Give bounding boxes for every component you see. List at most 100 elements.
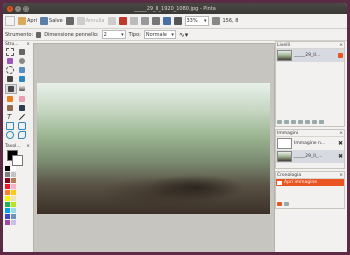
canvas-viewport[interactable] [33, 43, 275, 252]
tool-color-picker[interactable] [17, 104, 27, 112]
tool-lasso[interactable] [5, 57, 15, 65]
tool-line[interactable] [17, 113, 27, 121]
curve-icon[interactable]: ∿▾ [179, 31, 188, 39]
tool-move[interactable] [17, 48, 27, 56]
history-actions [276, 200, 290, 208]
eraser-icon [19, 96, 25, 102]
close-image-icon[interactable]: ✖ [338, 140, 343, 147]
image-tab-row[interactable]: Immagine n... ✖ [276, 137, 344, 150]
crop-icon[interactable] [151, 17, 160, 25]
right-panels: Livelli × _____29_II... Immagini × Immagin… [275, 41, 345, 251]
undo-icon[interactable] [277, 202, 282, 206]
palette-swatch[interactable] [5, 190, 10, 195]
redo-icon[interactable] [107, 17, 116, 25]
layer-row[interactable]: _____29_II... [276, 49, 344, 62]
palette-swatch[interactable] [11, 190, 16, 195]
tool-eraser[interactable] [17, 95, 27, 103]
cursor-coords: 156, 8 [222, 18, 239, 24]
palette-swatch[interactable] [11, 196, 16, 201]
palette-swatch[interactable] [11, 208, 16, 213]
tools-panel: Stru... × T Tavol... × [5, 41, 30, 251]
open-button[interactable]: Apri [18, 17, 37, 25]
move-down-icon[interactable] [312, 120, 317, 124]
gradient-icon [19, 85, 25, 91]
secondary-color-swatch[interactable] [12, 155, 23, 166]
tool-magic-wand[interactable] [5, 75, 15, 83]
tool-zoom[interactable] [17, 57, 27, 65]
paint-bucket-icon [19, 76, 25, 82]
tool-paintbrush[interactable] [5, 95, 15, 103]
layer-thumbnail [277, 50, 292, 61]
palette-swatch[interactable] [5, 202, 10, 207]
layer-properties-icon[interactable] [319, 120, 324, 124]
close-icon[interactable]: × [26, 144, 30, 149]
antialias-type-select[interactable]: Normale ▾ [143, 30, 176, 39]
tool-ellipse[interactable] [5, 131, 15, 139]
tool-paint-bucket[interactable] [17, 75, 27, 83]
palette-swatch[interactable] [5, 184, 10, 189]
undo-button[interactable]: Annulla [76, 17, 105, 25]
paste-icon[interactable] [140, 17, 149, 25]
tool-ellipse-select[interactable] [5, 66, 15, 74]
redo-icon[interactable] [284, 202, 289, 206]
zoom-select[interactable]: 33% ▾ [184, 16, 209, 26]
palette-swatch[interactable] [5, 166, 10, 171]
rounded-rectangle-icon [18, 122, 26, 130]
lasso-icon [7, 58, 13, 64]
primary-secondary-colors[interactable] [5, 149, 30, 166]
layers-actions [276, 118, 325, 126]
copy-icon[interactable] [129, 17, 138, 25]
close-icon[interactable]: × [339, 131, 343, 136]
image-canvas[interactable] [37, 83, 270, 214]
ellipse-icon [6, 131, 14, 139]
history-item[interactable]: Apri immagine [276, 179, 344, 186]
pinta-window: × – □ _____29_II_1920_1080.jpg - Pinta A… [3, 3, 347, 252]
tool-clone-stamp[interactable] [5, 104, 15, 112]
palette-swatch[interactable] [11, 178, 16, 183]
add-layer-icon[interactable] [277, 120, 282, 124]
tool-rectangle[interactable] [5, 122, 15, 130]
close-image-icon[interactable]: ✖ [338, 153, 343, 160]
folder-icon [18, 17, 26, 25]
new-file-icon[interactable] [5, 16, 15, 26]
image-tab-row[interactable]: _____29_II_... ✖ [276, 150, 344, 163]
text-icon: T [7, 113, 12, 121]
palette-swatch[interactable] [11, 172, 16, 177]
palette-swatch[interactable] [5, 172, 10, 177]
merge-layer-icon[interactable] [298, 120, 303, 124]
palette-swatch[interactable] [5, 208, 10, 213]
palette-swatch[interactable] [5, 220, 10, 225]
palette-swatch[interactable] [5, 214, 10, 219]
palette-swatch[interactable] [5, 178, 10, 183]
resize-icon[interactable] [162, 17, 171, 25]
close-icon[interactable]: × [339, 43, 343, 48]
image-thumbnail [277, 138, 292, 149]
tool-rectangle-select[interactable] [5, 48, 15, 56]
cut-icon[interactable] [118, 17, 127, 25]
close-icon[interactable]: × [339, 173, 343, 178]
tool-pencil[interactable] [5, 84, 17, 94]
tool-gradient[interactable] [17, 84, 27, 92]
palette-swatch[interactable] [11, 220, 16, 225]
tool-pan[interactable] [17, 66, 27, 74]
tool-freeform-shape[interactable] [17, 131, 27, 139]
brush-width-input[interactable]: 2 ▾ [101, 30, 126, 39]
tool-text[interactable]: T [5, 113, 15, 121]
palette-swatch[interactable] [11, 214, 16, 219]
delete-layer-icon[interactable] [284, 120, 289, 124]
tool-rounded-rectangle[interactable] [17, 122, 27, 130]
palette-swatch[interactable] [11, 184, 16, 189]
deselect-icon[interactable] [173, 17, 182, 25]
image-thumbnail [277, 151, 292, 162]
duplicate-layer-icon[interactable] [291, 120, 296, 124]
close-icon[interactable]: × [26, 42, 30, 47]
move-up-icon[interactable] [305, 120, 310, 124]
palette-swatch[interactable] [5, 196, 10, 201]
print-icon[interactable] [65, 17, 74, 25]
save-button[interactable]: Salve [40, 17, 63, 25]
window-title: _____29_II_1920_1080.jpg - Pinta [134, 5, 216, 12]
pencil-icon [8, 86, 14, 92]
palette-swatch[interactable] [11, 166, 16, 171]
layer-visibility-checkbox[interactable] [338, 53, 343, 58]
palette-swatch[interactable] [11, 202, 16, 207]
